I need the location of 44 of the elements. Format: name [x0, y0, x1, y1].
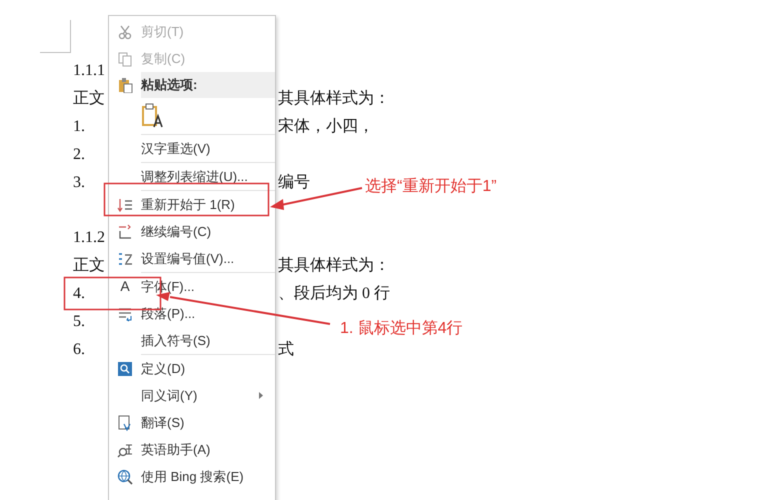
body-text: 编号	[278, 172, 310, 193]
line-number: 正文	[73, 257, 105, 274]
menu-item[interactable]: 使用 Bing 搜索(E)	[109, 463, 275, 490]
clipboard-icon	[117, 77, 133, 93]
book-icon	[117, 360, 133, 376]
copy-icon	[117, 50, 133, 66]
page-corner-mark	[40, 20, 71, 53]
menu-item[interactable]: 英语助手(A)	[109, 436, 275, 463]
body-text: 其具体样式为：	[278, 88, 390, 109]
font-icon: A	[120, 276, 130, 297]
line-number: 6.	[73, 341, 85, 358]
scissors-icon	[117, 24, 133, 40]
menu-item[interactable]: 同义词(Y)	[109, 382, 275, 409]
line-number: 4.	[73, 285, 85, 302]
menu-item[interactable]: 插入符号(S)	[109, 327, 275, 354]
line-number: 3.	[73, 174, 85, 191]
line-number: 1.1.2	[73, 229, 105, 246]
line-number: 1.1.1	[73, 62, 105, 79]
menu-item[interactable]: 翻译(S)	[109, 409, 275, 436]
line-number: 1.	[73, 118, 85, 135]
body-text: 式	[278, 340, 294, 360]
list-icon	[117, 196, 133, 212]
menu-header: 粘贴选项:	[141, 72, 275, 98]
list-icon	[117, 250, 133, 266]
menu-item[interactable]: 重新开始于 1(R)	[109, 191, 275, 218]
body-text: 、段后均为 0 行	[278, 284, 390, 304]
line-number: 正文	[73, 90, 105, 107]
magnifier-icon	[117, 442, 133, 458]
menu-item[interactable]: 定义(D)	[109, 355, 275, 382]
menu-item[interactable]: 汉字重选(V)	[109, 135, 275, 162]
menu-item[interactable]: 调整列表缩进(U)...	[109, 163, 275, 190]
annotation-label: 1. 鼠标选中第4行	[340, 319, 463, 339]
menu-item[interactable]: 继续编号(C)	[109, 218, 275, 245]
web-search-icon	[117, 468, 133, 484]
translate-icon	[117, 414, 133, 430]
menu-item[interactable]: 设置编号值(V)...	[109, 245, 275, 272]
line-number: 2.	[73, 146, 85, 163]
body-text: 其具体样式为：	[278, 256, 390, 276]
paragraph-icon	[117, 306, 133, 322]
annotation-label: 选择“重新开始于1”	[365, 177, 497, 197]
paste-text-only-button[interactable]	[141, 103, 165, 129]
body-text: 宋体，小四，	[278, 116, 374, 137]
list-icon	[117, 224, 133, 240]
line-number: 5.	[73, 313, 85, 330]
